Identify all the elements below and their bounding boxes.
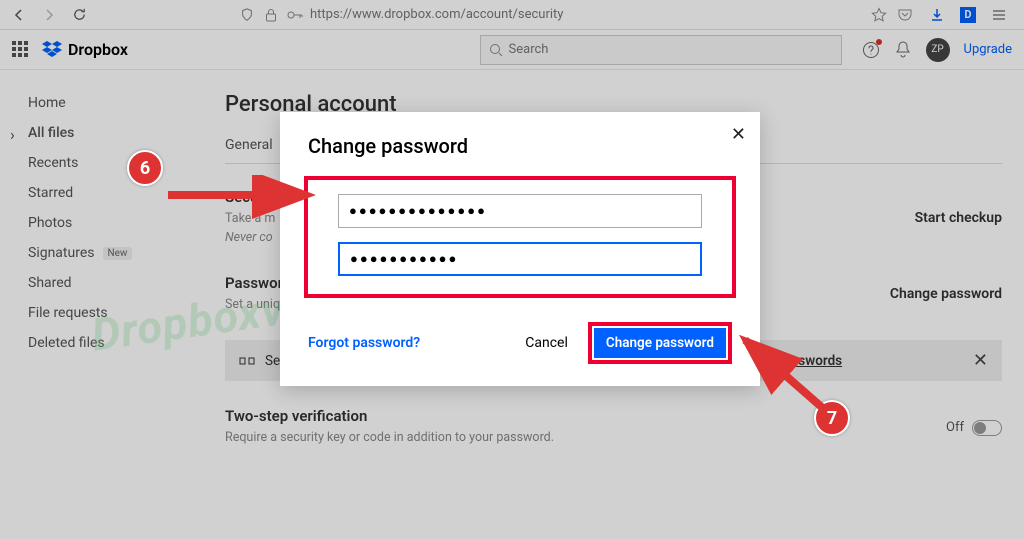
modal-close-icon[interactable]: ✕: [731, 124, 746, 145]
new-password-input[interactable]: [338, 242, 702, 276]
cancel-button[interactable]: Cancel: [515, 329, 578, 357]
change-password-button[interactable]: Change password: [594, 328, 726, 358]
annotation-arrow-7: [730, 330, 840, 420]
annotation-arrow-6: [168, 175, 316, 225]
change-password-modal: ✕ Change password Forgot password? Cance…: [280, 112, 760, 386]
modal-title: Change password: [308, 134, 732, 158]
submit-highlight-frame: Change password: [588, 322, 732, 364]
forgot-password-link[interactable]: Forgot password?: [308, 335, 420, 351]
current-password-input[interactable]: [338, 194, 702, 228]
annotation-6: 6: [127, 150, 163, 186]
inputs-highlight-frame: [304, 176, 736, 298]
